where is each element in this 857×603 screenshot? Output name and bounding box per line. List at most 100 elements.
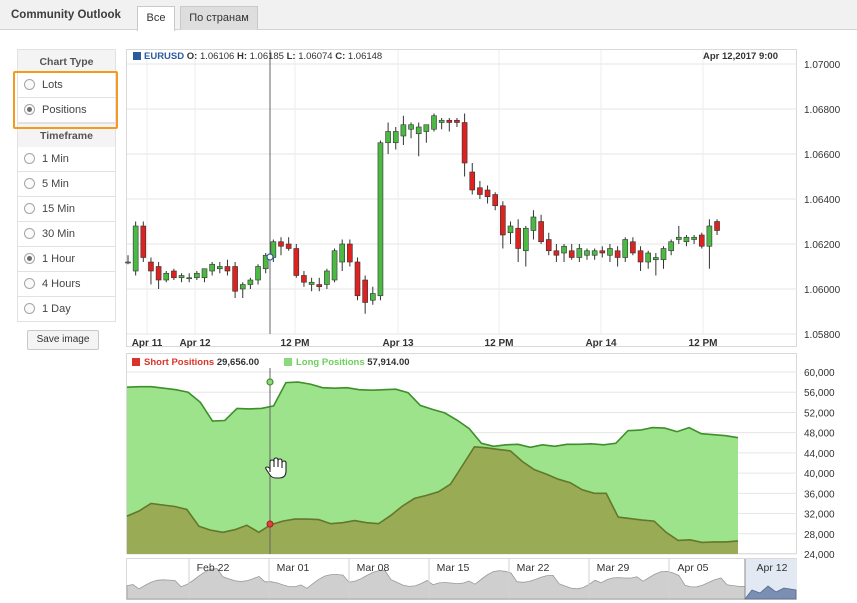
candle-bearish — [171, 270, 177, 279]
candle-bearish — [538, 221, 544, 243]
candle-bullish — [668, 241, 674, 252]
candle-bullish — [675, 236, 682, 240]
candle-bearish — [316, 284, 323, 288]
short-value: 29,656.00 — [216, 357, 260, 368]
navigator-x-tick-label: Apr 12 — [757, 562, 788, 574]
navigator-x-tick-label: Mar 22 — [517, 562, 550, 574]
symbol-color-swatch — [133, 52, 141, 60]
navigator-x-tick-label: Mar 29 — [597, 562, 630, 574]
charts-svg: Feb 22 Mar 01 Mar 08 Mar 15 Mar 22 Mar 29 Apr … — [125, 50, 841, 600]
candle-bullish — [324, 270, 330, 285]
positions-y-tick-label: 48,000 — [804, 429, 835, 440]
candle-bearish — [614, 250, 621, 258]
candle-bearish — [714, 221, 720, 231]
candle-bearish — [224, 266, 231, 272]
candle-bullish — [584, 250, 590, 256]
candle-bullish — [591, 250, 598, 256]
candle-bullish — [163, 272, 170, 281]
candle-bullish — [331, 250, 338, 281]
candle-bearish — [484, 189, 491, 198]
high-label: H: — [236, 51, 247, 62]
candle-bullish — [209, 263, 215, 272]
price-x-tick-label: 12 PM — [689, 338, 718, 349]
candle-bearish — [469, 171, 476, 191]
candle-bullish — [132, 225, 139, 272]
long-swatch — [284, 358, 292, 366]
candle-bearish — [461, 122, 468, 164]
navigator-layer: Feb 22 Mar 01 Mar 08 Mar 15 Mar 22 Mar 29 Apr … — [126, 559, 797, 600]
price-x-tick-label: Apr 13 — [382, 338, 414, 349]
candle-bullish — [415, 126, 422, 135]
navigator-x-tick-label: Mar 01 — [277, 562, 310, 574]
candle-bullish — [369, 293, 376, 301]
candle-bearish — [698, 234, 705, 247]
candle-bearish — [568, 250, 575, 258]
price-x-tick-label: 12 PM — [281, 338, 310, 349]
price-x-tick-label: 12 PM — [485, 338, 514, 349]
hover-date: Apr 12,2017 9:00 — [703, 51, 778, 62]
price-x-tick-label: Apr 11 — [132, 338, 163, 349]
positions-y-tick-label: 44,000 — [804, 449, 835, 460]
candle-bullish — [400, 124, 407, 137]
navigator-x-tick-label: Feb 22 — [197, 562, 230, 574]
candle-bullish — [201, 268, 208, 279]
crosshair-point-short — [266, 520, 274, 528]
candle-bullish — [660, 248, 667, 261]
price-y-tick-label: 1.05800 — [804, 330, 841, 341]
candle-bearish — [347, 243, 353, 263]
candle-bullish — [607, 248, 613, 256]
price-y-tick-label: 1.06400 — [804, 195, 841, 206]
short-swatch — [132, 358, 140, 366]
positions-y-tick-label: 60,000 — [804, 368, 835, 379]
candle-bullish — [530, 216, 537, 231]
candle-bullish — [706, 225, 713, 247]
candle-bullish — [507, 225, 514, 234]
candle-bearish — [500, 205, 506, 236]
candle-bearish — [553, 250, 560, 256]
candle-bearish — [140, 225, 147, 258]
candle-bullish — [431, 115, 437, 130]
high-value: 1.06185 — [249, 51, 284, 62]
symbol-name: EURUSD — [144, 51, 185, 62]
positions-y-tick-label: 56,000 — [804, 388, 835, 399]
candle-bullish — [408, 124, 414, 130]
crosshair-point-price — [266, 253, 274, 261]
candle-bullish — [125, 261, 131, 264]
positions-y-tick-label: 52,000 — [804, 408, 835, 419]
candle-bullish — [423, 124, 430, 132]
candle-bearish — [454, 119, 460, 123]
price-x-tick-label: Apr 14 — [585, 338, 617, 349]
candle-bearish — [362, 279, 368, 303]
candle-bearish — [446, 119, 453, 123]
candle-bullish — [339, 243, 346, 263]
price-y-tick-label: 1.06600 — [804, 150, 841, 161]
candle-bullish — [622, 239, 629, 258]
candle-bearish — [155, 266, 162, 281]
candle-bullish — [308, 281, 315, 285]
price-x-tick-label: Apr 12 — [179, 338, 211, 349]
candle-bearish — [492, 194, 499, 207]
candle-bullish — [438, 119, 445, 123]
candle-bearish — [285, 243, 292, 249]
open-value: 1.06106 — [199, 51, 235, 62]
candle-bullish — [194, 272, 200, 279]
long-value: 57,914.00 — [367, 357, 410, 368]
navigator-x-tick-label: Mar 08 — [357, 562, 390, 574]
candle-bullish — [576, 248, 583, 258]
price-y-tick-label: 1.06000 — [804, 285, 841, 296]
candle-bearish — [232, 266, 238, 292]
navigator-x-tick-label: Apr 05 — [678, 562, 709, 574]
positions-y-tick-label: 24,000 — [804, 550, 835, 561]
candle-bearish — [354, 261, 361, 297]
candle-bearish — [301, 275, 307, 283]
ohlc-info: EURUSD O: 1.06106 H: 1.06185 L: 1.06074 … — [133, 51, 382, 62]
candle-bullish — [522, 227, 529, 252]
long-label: Long Positions — [296, 357, 365, 368]
candle-bullish — [385, 131, 391, 144]
candle-bullish — [653, 257, 659, 261]
positions-area-layer — [126, 381, 739, 554]
candle-bullish — [186, 277, 192, 280]
candle-bearish — [148, 261, 154, 272]
candle-bullish — [255, 266, 261, 281]
candle-bullish — [645, 252, 652, 263]
